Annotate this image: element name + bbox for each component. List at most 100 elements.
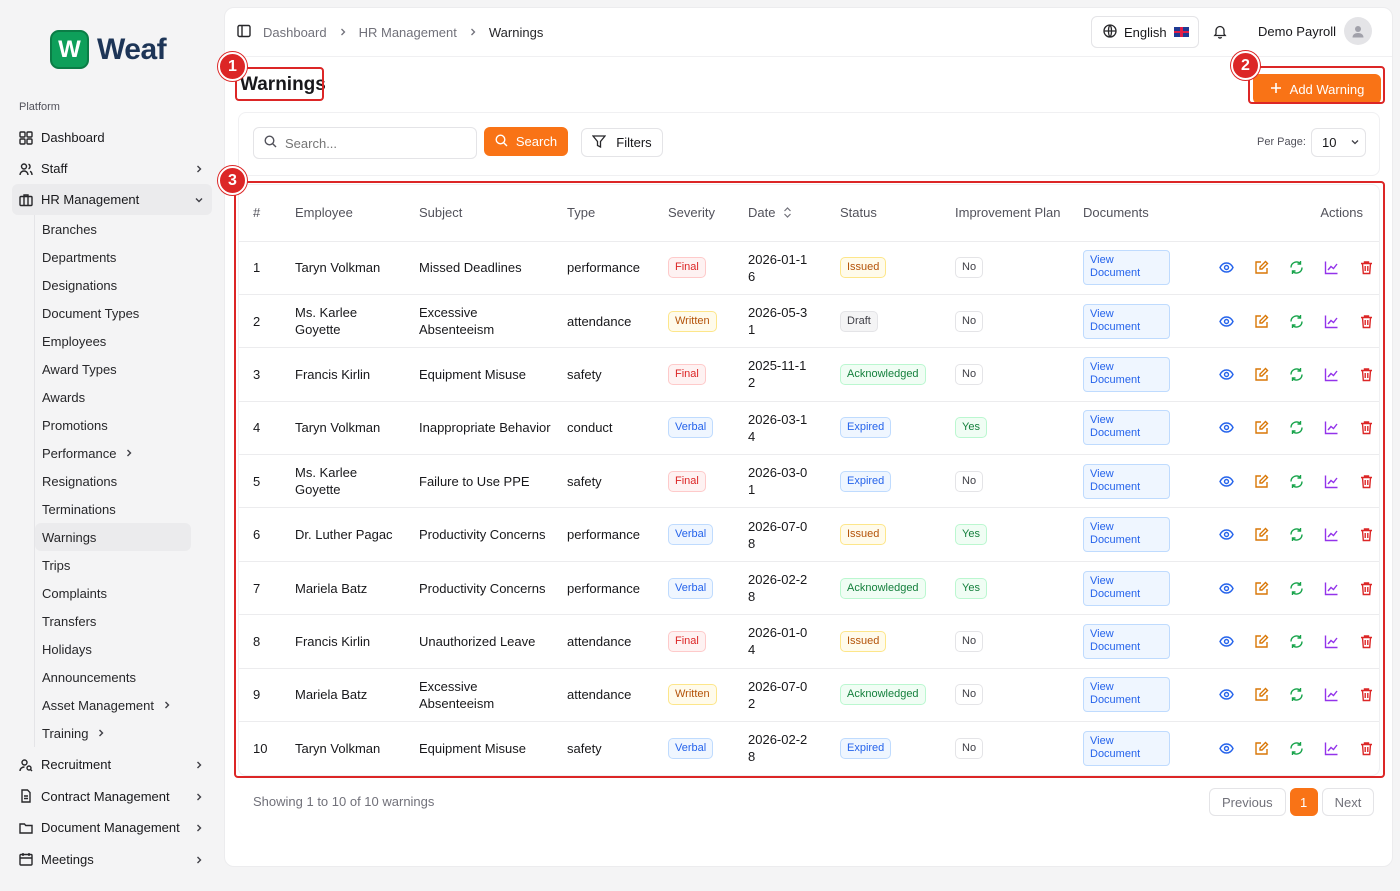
sidebar-subitem-award-types[interactable]: Award Types bbox=[35, 355, 191, 383]
breadcrumb: Dashboard HR Management Warnings bbox=[237, 24, 543, 41]
sidebar-subitem-label: Designations bbox=[42, 277, 118, 293]
sidebar-subitem-departments[interactable]: Departments bbox=[35, 243, 191, 271]
callout-badge-1: 1 bbox=[218, 52, 247, 81]
sidebar-subitem-promotions[interactable]: Promotions bbox=[35, 411, 191, 439]
filters-button-label: Filters bbox=[616, 135, 652, 150]
sidebar-item-meetings[interactable]: Meetings bbox=[12, 844, 212, 876]
logo[interactable]: W Weaf bbox=[50, 30, 167, 69]
breadcrumb-item-current: Warnings bbox=[488, 25, 544, 40]
sidebar-subitem-designations[interactable]: Designations bbox=[35, 271, 191, 299]
callout-badge-3: 3 bbox=[218, 166, 247, 195]
per-page-select[interactable]: 10 bbox=[1311, 128, 1366, 157]
logo-mark: W bbox=[50, 30, 89, 69]
sidebar-subitem-label: Asset Management bbox=[42, 697, 155, 713]
sidebar-subitem-label: Awards bbox=[42, 389, 86, 405]
sidebar-subitem-label: Terminations bbox=[42, 501, 116, 517]
callout-box-title bbox=[235, 67, 324, 101]
previous-button[interactable]: Previous bbox=[1209, 788, 1286, 816]
callout-box-add-warning bbox=[1248, 66, 1385, 104]
per-page-value: 10 bbox=[1322, 135, 1337, 150]
sidebar-item-label: Recruitment bbox=[41, 757, 112, 773]
language-selector[interactable]: English bbox=[1091, 16, 1199, 48]
sidebar-item-staff[interactable]: Staff bbox=[12, 153, 212, 184]
sidebar-subitem-complaints[interactable]: Complaints bbox=[35, 579, 191, 607]
sidebar-subitem-transfers[interactable]: Transfers bbox=[35, 607, 191, 635]
breadcrumb-item-dashboard[interactable]: Dashboard bbox=[263, 25, 327, 40]
chevron-right-icon bbox=[96, 726, 106, 741]
search-icon bbox=[495, 133, 508, 150]
main-panel: Dashboard HR Management Warnings English… bbox=[218, 7, 1393, 867]
search-button-label: Search bbox=[515, 134, 558, 149]
page-button-1[interactable]: 1 bbox=[1289, 788, 1318, 816]
language-label: English bbox=[1124, 24, 1167, 40]
sidebar-subitem-label: Resignations bbox=[42, 473, 118, 489]
filter-bar: Search Filters Per Page: 10 bbox=[238, 112, 1380, 176]
sidebar-subitem-document-types[interactable]: Document Types bbox=[35, 299, 191, 327]
sidebar-item-dashboard[interactable]: Dashboard bbox=[12, 122, 212, 153]
globe-icon bbox=[1103, 23, 1117, 41]
user-menu[interactable]: Demo Payroll bbox=[1258, 17, 1373, 45]
file-text-icon bbox=[19, 789, 33, 803]
sidebar-subitem-awards[interactable]: Awards bbox=[35, 383, 191, 411]
chevron-right-icon bbox=[194, 162, 204, 177]
sidebar-subitem-training[interactable]: Training bbox=[35, 719, 191, 747]
sidebar-subitem-label: Branches bbox=[42, 221, 97, 237]
filters-button[interactable]: Filters bbox=[581, 128, 663, 157]
breadcrumb-item-hr-management[interactable]: HR Management bbox=[359, 25, 457, 40]
sidebar-item-recruitment[interactable]: Recruitment bbox=[12, 749, 212, 781]
calendar-icon bbox=[19, 852, 33, 866]
sidebar-section-label: Platform bbox=[19, 101, 60, 113]
sidebar-subitem-label: Award Types bbox=[42, 361, 117, 377]
sidebar-subitem-asset-management[interactable]: Asset Management bbox=[35, 691, 191, 719]
chevron-down-icon bbox=[1350, 135, 1360, 150]
logo-text: Weaf bbox=[97, 32, 167, 66]
sidebar-item-label: Staff bbox=[41, 161, 68, 176]
sidebar-subitem-terminations[interactable]: Terminations bbox=[35, 495, 191, 523]
sidebar-subitem-label: Training bbox=[42, 725, 89, 741]
sidebar-subitem-performance[interactable]: Performance bbox=[35, 439, 191, 467]
sidebar-subitem-resignations[interactable]: Resignations bbox=[35, 467, 191, 495]
sidebar-subitem-label: Transfers bbox=[42, 613, 97, 629]
sidebar-subitem-employees[interactable]: Employees bbox=[35, 327, 191, 355]
sidebar-item-label: Document Management bbox=[41, 820, 180, 836]
sidebar-nav: Dashboard Staff HR Management Branches De… bbox=[12, 122, 212, 875]
sidebar-item-contract-management[interactable]: Contract Management bbox=[12, 781, 212, 813]
search-button[interactable]: Search bbox=[484, 127, 568, 156]
next-button[interactable]: Next bbox=[1321, 788, 1375, 816]
sidebar-subitem-warnings[interactable]: Warnings bbox=[35, 523, 191, 551]
sidebar-item-label: Meetings bbox=[41, 851, 94, 867]
pagination-summary: Showing 1 to 10 of 10 warnings bbox=[253, 794, 435, 809]
hr-submenu: Branches Departments Designations Document … bbox=[34, 215, 212, 747]
sidebar-toggle-icon[interactable] bbox=[237, 24, 251, 41]
search-input[interactable] bbox=[285, 135, 465, 151]
sidebar-item-label: HR Management bbox=[41, 192, 140, 207]
chevron-right-icon bbox=[194, 821, 204, 836]
sidebar-item-label: Dashboard bbox=[41, 130, 105, 145]
folder-icon bbox=[19, 821, 33, 835]
sidebar-nav-bottom: Recruitment Contract Management Document M… bbox=[12, 749, 212, 875]
sidebar-subitem-trips[interactable]: Trips bbox=[35, 551, 191, 579]
sidebar-subitem-branches[interactable]: Branches bbox=[35, 215, 191, 243]
callout-badge-2: 2 bbox=[1231, 51, 1260, 80]
chevron-down-icon bbox=[194, 193, 204, 208]
sidebar-subitem-holidays[interactable]: Holidays bbox=[35, 635, 191, 663]
user-name: Demo Payroll bbox=[1258, 23, 1337, 39]
sidebar-subitem-announcements[interactable]: Announcements bbox=[35, 663, 191, 691]
sidebar-item-label: Contract Management bbox=[41, 788, 170, 804]
sidebar-item-document-management[interactable]: Document Management bbox=[12, 812, 212, 844]
per-page-label: Per Page: bbox=[1257, 136, 1306, 148]
search-field[interactable] bbox=[253, 127, 477, 159]
chevron-right-icon bbox=[194, 790, 204, 805]
sidebar-subitem-label: Trips bbox=[42, 557, 71, 573]
chevron-right-icon bbox=[469, 25, 477, 40]
sidebar-subitem-label: Performance bbox=[42, 445, 117, 461]
avatar bbox=[1344, 17, 1373, 45]
sidebar-subitem-label: Departments bbox=[42, 249, 117, 265]
topbar: Dashboard HR Management Warnings English… bbox=[225, 8, 1392, 57]
sidebar-subitem-label: Employees bbox=[42, 333, 107, 349]
bell-icon[interactable] bbox=[1213, 24, 1227, 42]
sidebar-subitem-label: Promotions bbox=[42, 417, 108, 433]
sidebar-subitem-label: Warnings bbox=[42, 529, 97, 545]
briefcase-icon bbox=[19, 193, 33, 207]
sidebar-item-hr-management[interactable]: HR Management bbox=[12, 184, 212, 215]
